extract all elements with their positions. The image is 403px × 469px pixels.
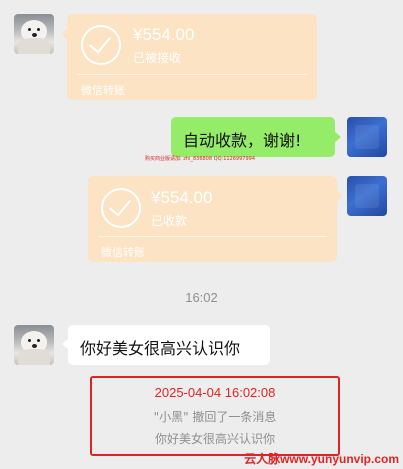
- dog-nose-icon: [32, 33, 37, 37]
- contact-avatar[interactable]: [14, 325, 54, 365]
- auto-reply-bubble[interactable]: 自动收款，谢谢!: [171, 117, 341, 157]
- auto-reply-text: 自动收款，谢谢!: [183, 131, 302, 150]
- recall-notice-box: 2025-04-04 16:02:08 "小黑" 撤回了一条消息 你好美女很高兴…: [90, 376, 340, 456]
- dog-eye-icon: [28, 28, 31, 31]
- dog-eye-icon: [37, 28, 40, 31]
- bubble-tail: [334, 131, 341, 143]
- card-divider: [98, 236, 327, 237]
- greeting-text: 你好美女很高兴认识你: [80, 339, 241, 358]
- purchase-watermark: 购买商业版请加: zhi_836808 QQ:1126997994: [145, 156, 256, 162]
- dog-body-icon: [18, 38, 50, 54]
- bubble-tail: [336, 190, 343, 202]
- transfer-footer: 微信转账: [81, 84, 125, 97]
- transfer-footer: 微信转账: [101, 246, 145, 259]
- chat-timestamp: 16:02: [185, 290, 218, 305]
- transfer-status: 已收款: [151, 214, 188, 228]
- transfer-status: 已被接收: [133, 51, 182, 65]
- self-avatar[interactable]: [347, 176, 387, 216]
- dog-eye-icon: [28, 339, 31, 342]
- bubble-tail: [62, 338, 69, 350]
- dog-nose-icon: [32, 344, 37, 348]
- checkmark-circle-icon: [101, 188, 141, 228]
- recalled-message-text: 你好美女很高兴认识你: [154, 432, 275, 446]
- brand-watermark: 云人脉www.yunyunvip.com: [244, 452, 399, 466]
- recall-notice-text: "小黑" 撤回了一条消息: [153, 410, 277, 424]
- transfer-card-received[interactable]: ¥554.00 已被接收 微信转账: [61, 14, 317, 100]
- dog-eye-icon: [37, 339, 40, 342]
- card-divider: [77, 74, 307, 75]
- bubble-tail: [61, 28, 68, 40]
- greeting-bubble[interactable]: 你好美女很高兴认识你: [62, 325, 270, 365]
- transfer-amount: ¥554.00: [133, 25, 195, 44]
- recall-datetime: 2025-04-04 16:02:08: [154, 385, 276, 400]
- checkmark-circle-icon: [81, 25, 121, 65]
- transfer-card-collected[interactable]: ¥554.00 已收款 微信转账: [88, 176, 343, 262]
- contact-avatar[interactable]: [14, 14, 54, 54]
- dog-body-icon: [18, 349, 50, 365]
- self-avatar[interactable]: [347, 117, 387, 157]
- transfer-amount: ¥554.00: [151, 188, 213, 207]
